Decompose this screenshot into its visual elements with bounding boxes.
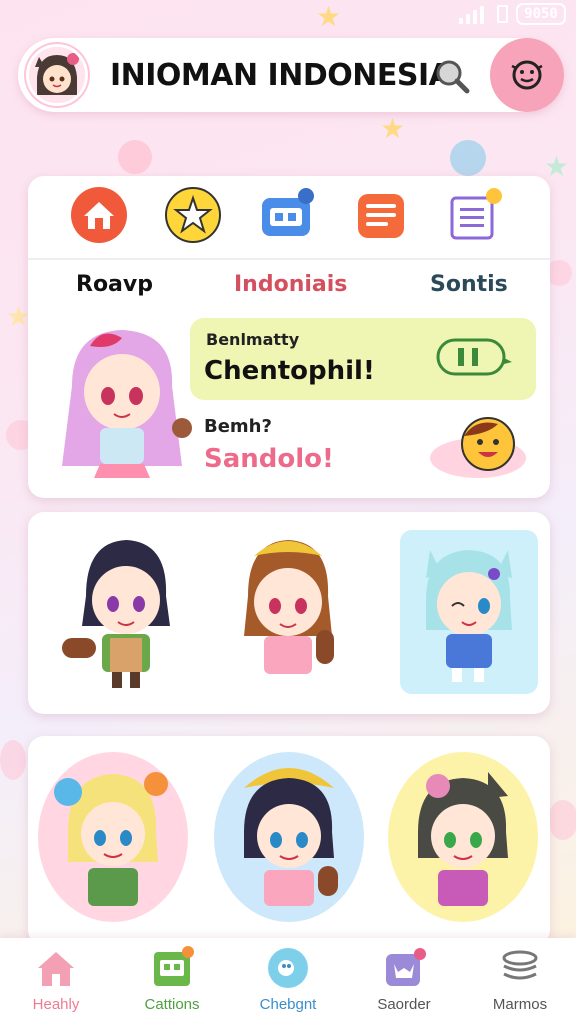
- nav-label: Chebgnt: [259, 996, 317, 1013]
- nav-item-cattions[interactable]: Cattions: [122, 946, 222, 1013]
- cat-ear-character: [426, 550, 512, 682]
- nav-label: Saorder: [377, 996, 431, 1013]
- tab-indoniais[interactable]: Indoniais: [234, 272, 347, 297]
- character-card-row-2: [28, 736, 550, 946]
- nav-item-marmos[interactable]: Marmos: [470, 946, 570, 1013]
- character-card-row-1: [28, 512, 550, 714]
- app-title: INIOMAN INDONESIA: [110, 58, 452, 93]
- list-tile[interactable]: [446, 186, 504, 244]
- cat-icon: [386, 948, 426, 986]
- star-badge-tile[interactable]: [164, 186, 222, 244]
- chat-bubble: Benlmatty Chentophil!: [190, 318, 536, 400]
- chat-icon: [268, 948, 308, 988]
- divider: [28, 258, 550, 260]
- status-bar: 9050: [0, 0, 576, 30]
- nav-label: Marmos: [492, 996, 548, 1013]
- app-header: INIOMAN INDONESIA: [18, 38, 564, 112]
- notes-icon: [358, 194, 404, 238]
- home-icon: [38, 952, 74, 986]
- question-text: Bemh?: [204, 416, 272, 437]
- star-badge-icon: [165, 187, 221, 243]
- search-icon: [436, 60, 470, 94]
- home-icon: [71, 187, 127, 243]
- main-feature-card: Roavp Indoniais Sontis Benlmatty Chentop…: [28, 176, 550, 498]
- dark-hair-character[interactable]: [58, 526, 194, 696]
- list-icon: [450, 188, 502, 240]
- bubble-subtitle: Benlmatty: [206, 330, 300, 349]
- character-bubble-dark[interactable]: [214, 752, 364, 922]
- character-bubble-green-eyes[interactable]: [388, 752, 538, 922]
- tab-roavp[interactable]: Roavp: [76, 272, 153, 297]
- battery-icon: [497, 5, 508, 23]
- notes-tile[interactable]: [352, 186, 410, 244]
- brown-hair-character[interactable]: [220, 526, 356, 696]
- nav-item-heahly[interactable]: Heahly: [6, 946, 106, 1013]
- avatar[interactable]: [26, 44, 88, 106]
- home-tile[interactable]: [70, 186, 128, 244]
- green-eyes-character: [418, 772, 508, 906]
- stack-icon: [502, 950, 538, 980]
- feature-icon-row: [28, 176, 550, 258]
- profile-face-button[interactable]: [490, 38, 564, 112]
- pink-hair-character: [62, 330, 192, 478]
- character-bubble-blonde[interactable]: [38, 752, 188, 922]
- selected-character-frame[interactable]: [400, 530, 538, 694]
- nav-label: Cattions: [144, 996, 200, 1013]
- answer-text: Sandolo!: [204, 444, 334, 474]
- speech-bubble-icon: [436, 338, 512, 376]
- status-time: 9050: [516, 3, 566, 25]
- signal-icon: [459, 6, 484, 24]
- yellow-hat-character: [244, 768, 338, 906]
- smiley-face-icon: [511, 60, 543, 90]
- happy-sticker-icon: [430, 417, 526, 478]
- search-button[interactable]: [432, 56, 472, 96]
- bottom-nav: Heahly Cattions Chebgnt Saorder Marmos: [0, 938, 576, 1024]
- nav-item-chebgnt[interactable]: Chebgnt: [238, 946, 338, 1013]
- media-tile[interactable]: [258, 186, 316, 244]
- tab-sontis[interactable]: Sontis: [430, 272, 508, 297]
- blonde-character: [54, 772, 168, 906]
- media-icon: [262, 188, 314, 236]
- bubble-title: Chentophil!: [204, 356, 375, 386]
- game-icon: [154, 946, 194, 986]
- nav-label: Heahly: [32, 996, 80, 1013]
- nav-item-saorder[interactable]: Saorder: [354, 946, 454, 1013]
